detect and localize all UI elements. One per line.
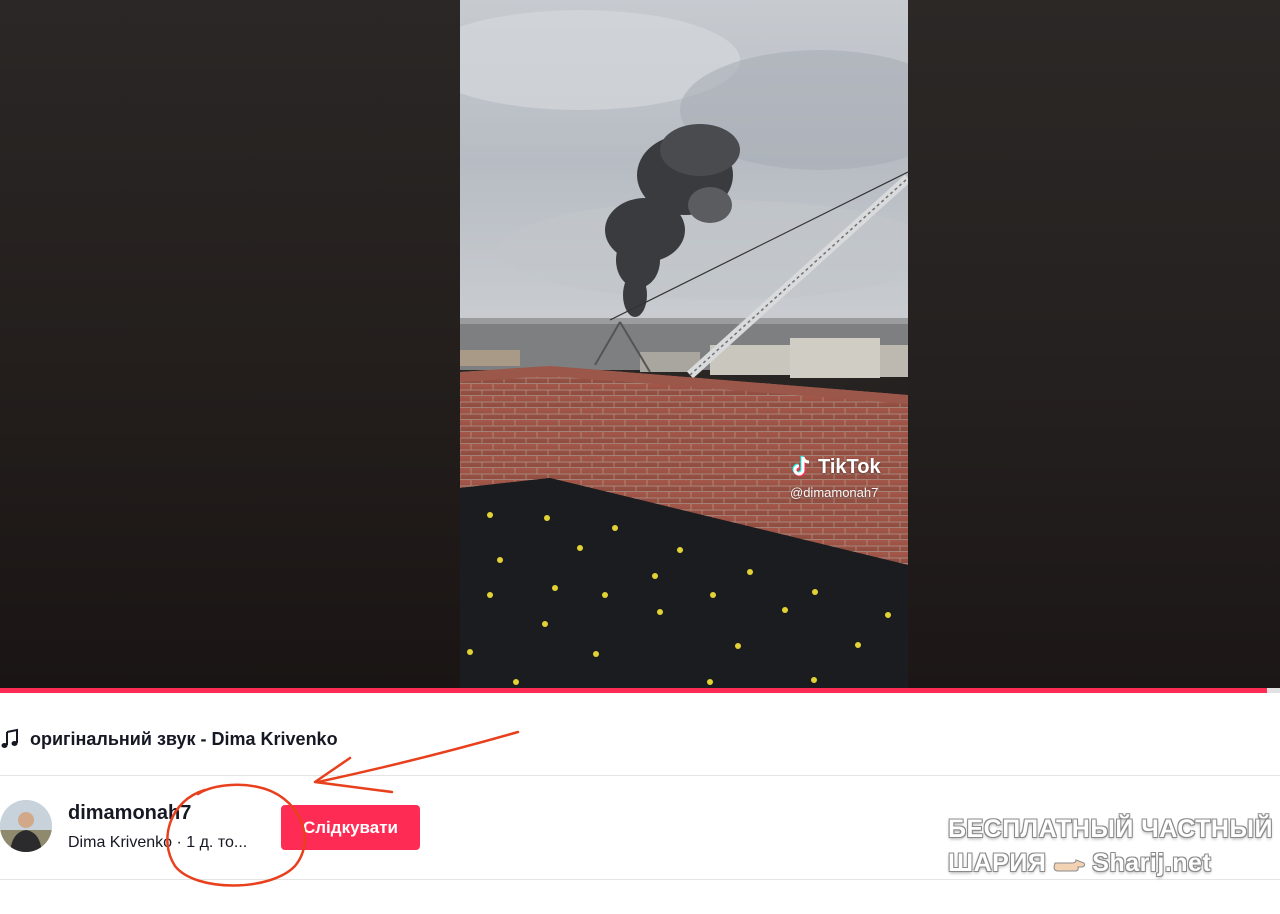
watermark-handle: @dimamonah7 bbox=[790, 485, 879, 500]
follow-button[interactable]: Слідкувати bbox=[281, 805, 420, 850]
tiktok-logo-icon bbox=[790, 455, 812, 479]
avatar[interactable] bbox=[0, 800, 52, 852]
tiktok-logo-text: TikTok bbox=[818, 455, 881, 478]
video-frame[interactable] bbox=[460, 0, 908, 688]
author-username[interactable]: dimamonah7 bbox=[68, 802, 191, 825]
author-subline: Dima Krivenko · 1 д. то... bbox=[68, 834, 248, 851]
music-note-icon bbox=[0, 728, 20, 750]
sharij-watermark: БЕСПЛАТНЫЙ ЧАСТНЫЙ ШАРИЯ Sharij.net bbox=[948, 812, 1273, 880]
video-progress-fill bbox=[0, 688, 1268, 693]
watermark-line2-right: Sharij.net bbox=[1092, 849, 1212, 877]
video-blur-backdrop-right bbox=[908, 0, 1280, 688]
video-progress-bar[interactable] bbox=[0, 688, 1280, 693]
video-player[interactable]: TikTok @dimamonah7 bbox=[0, 0, 1280, 688]
video-blur-backdrop-left bbox=[0, 0, 460, 688]
tiktok-watermark: TikTok @dimamonah7 bbox=[790, 455, 881, 501]
watermark-line1: БЕСПЛАТНЫЙ ЧАСТНЫЙ bbox=[948, 815, 1273, 843]
pointing-hand-icon bbox=[1052, 852, 1086, 874]
divider bbox=[0, 775, 1280, 776]
video-scene bbox=[460, 0, 908, 688]
sound-title[interactable]: оригінальний звук - Dima Krivenko bbox=[30, 729, 338, 750]
watermark-line2-left: ШАРИЯ bbox=[948, 849, 1047, 877]
sound-link[interactable]: оригінальний звук - Dima Krivenko bbox=[0, 728, 338, 750]
